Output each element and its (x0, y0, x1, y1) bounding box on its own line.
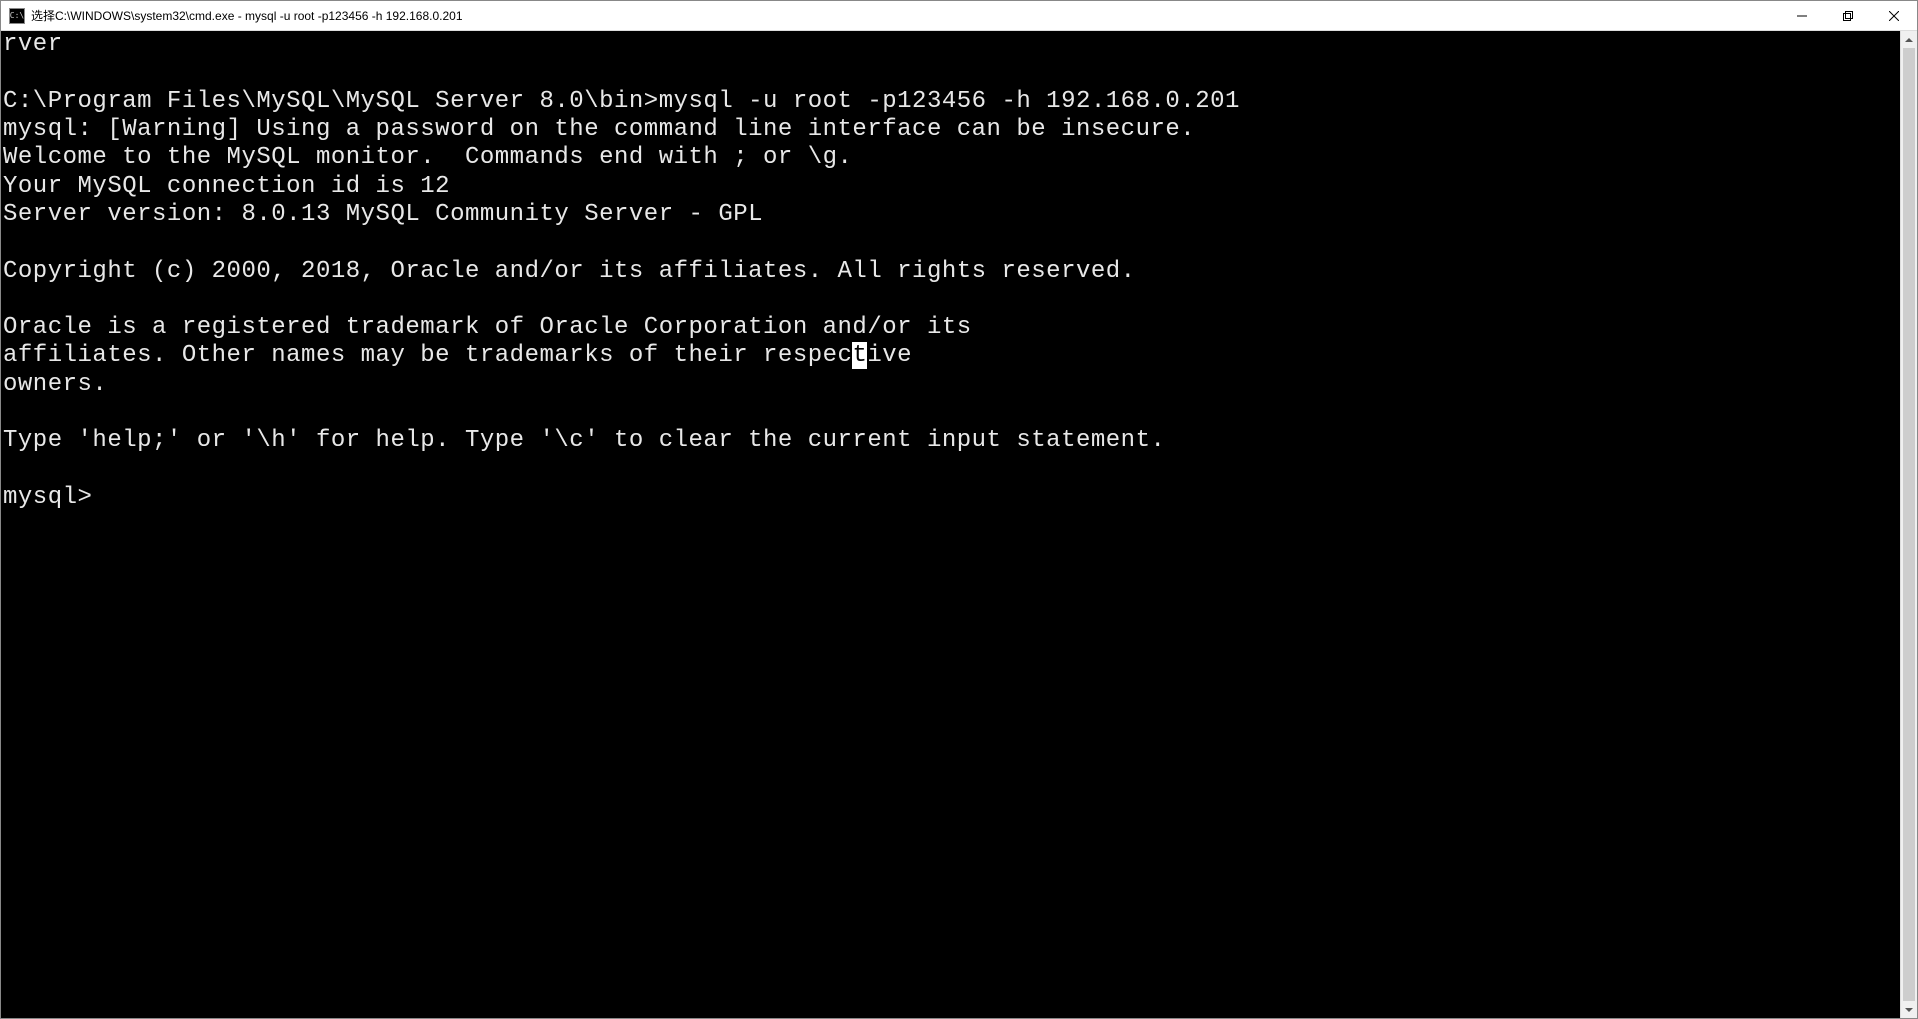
minimize-icon (1797, 11, 1807, 21)
window-controls (1779, 1, 1917, 30)
terminal-line: Oracle is a registered trademark of Orac… (3, 314, 972, 341)
cursor (107, 486, 121, 511)
cmd-window: C:\ 选择C:\WINDOWS\system32\cmd.exe - mysq… (0, 0, 1918, 1019)
terminal-line: C:\Program Files\MySQL\MySQL Server 8.0\… (3, 88, 1240, 115)
terminal-output[interactable]: rver C:\Program Files\MySQL\MySQL Server… (1, 31, 1900, 1018)
terminal-line: owners. (3, 371, 107, 398)
terminal-line: affiliates. Other names may be trademark… (3, 342, 912, 369)
close-icon (1889, 11, 1899, 21)
maximize-button[interactable] (1825, 1, 1871, 30)
scroll-up-button[interactable] (1901, 31, 1917, 48)
scroll-down-button[interactable] (1901, 1001, 1917, 1018)
minimize-button[interactable] (1779, 1, 1825, 30)
maximize-icon (1843, 11, 1853, 21)
terminal-line: Welcome to the MySQL monitor. Commands e… (3, 144, 852, 171)
cmd-icon: C:\ (9, 8, 25, 24)
terminal-line: rver (3, 31, 63, 58)
terminal-line: Copyright (c) 2000, 2018, Oracle and/or … (3, 258, 1136, 285)
close-button[interactable] (1871, 1, 1917, 30)
selection-mark: t (852, 342, 867, 369)
scroll-thumb[interactable] (1903, 48, 1915, 1001)
chevron-up-icon (1905, 38, 1913, 42)
terminal-line: mysql: [Warning] Using a password on the… (3, 116, 1195, 143)
titlebar[interactable]: C:\ 选择C:\WINDOWS\system32\cmd.exe - mysq… (1, 1, 1917, 31)
scroll-track[interactable] (1901, 48, 1917, 1001)
terminal-prompt-line: mysql> (3, 484, 122, 511)
chevron-down-icon (1905, 1008, 1913, 1012)
terminal-line: Your MySQL connection id is 12 (3, 173, 450, 200)
mysql-prompt: mysql> (3, 484, 92, 511)
client-area: rver C:\Program Files\MySQL\MySQL Server… (1, 31, 1917, 1018)
terminal-line: Type 'help;' or '\h' for help. Type '\c'… (3, 427, 1165, 454)
scrollbar[interactable] (1900, 31, 1917, 1018)
window-title: 选择C:\WINDOWS\system32\cmd.exe - mysql -u… (31, 7, 1779, 24)
terminal-line: Server version: 8.0.13 MySQL Community S… (3, 201, 763, 228)
